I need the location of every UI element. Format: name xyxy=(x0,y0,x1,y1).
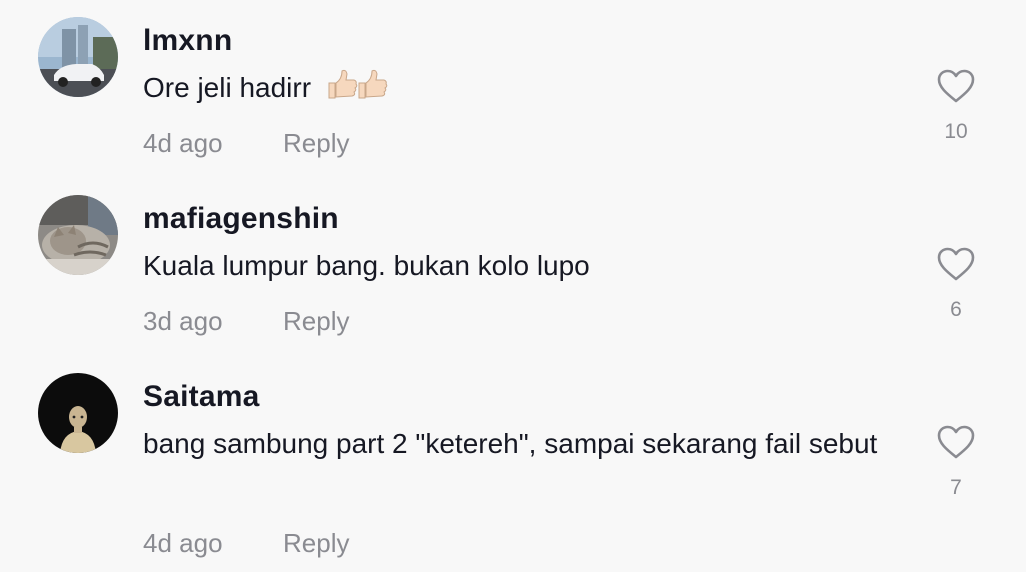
avatar[interactable] xyxy=(38,17,118,97)
reply-button[interactable]: Reply xyxy=(283,528,349,559)
comment-text: Ore jeli hadirr xyxy=(143,66,913,114)
cat-avatar-icon xyxy=(38,195,118,275)
avatar[interactable] xyxy=(38,373,118,453)
comment-time: 4d ago xyxy=(143,128,223,158)
car-avatar-icon xyxy=(38,17,118,97)
username[interactable]: Saitama xyxy=(143,380,259,414)
comment-text: bang sambung part 2 "ketereh", sampai se… xyxy=(143,428,878,459)
comment-text-content: Ore jeli hadirr xyxy=(143,72,312,103)
comment-meta: 4d ago Reply xyxy=(143,528,349,559)
like-button[interactable] xyxy=(936,68,976,109)
heart-icon xyxy=(937,69,975,103)
heart-icon xyxy=(937,425,975,459)
username[interactable]: mafiagenshin xyxy=(143,202,339,236)
comment-meta: 4d ago Reply xyxy=(143,128,349,159)
like-count: 6 xyxy=(950,298,962,321)
saitama-avatar-icon xyxy=(38,373,118,453)
comment-time: 3d ago xyxy=(143,306,223,336)
username[interactable]: lmxnn xyxy=(143,24,232,58)
comment-time: 4d ago xyxy=(143,528,223,558)
like-button[interactable] xyxy=(936,246,976,287)
heart-icon xyxy=(937,247,975,281)
thumbs-up-icon xyxy=(325,67,389,114)
avatar[interactable] xyxy=(38,195,118,275)
comment-meta: 3d ago Reply xyxy=(143,306,349,337)
reply-button[interactable]: Reply xyxy=(283,306,349,337)
like-count: 10 xyxy=(944,120,968,143)
like-count: 7 xyxy=(950,476,962,499)
reply-button[interactable]: Reply xyxy=(283,128,349,159)
comment-text: Kuala lumpur bang. bukan kolo lupo xyxy=(143,250,590,281)
like-button[interactable] xyxy=(936,424,976,465)
